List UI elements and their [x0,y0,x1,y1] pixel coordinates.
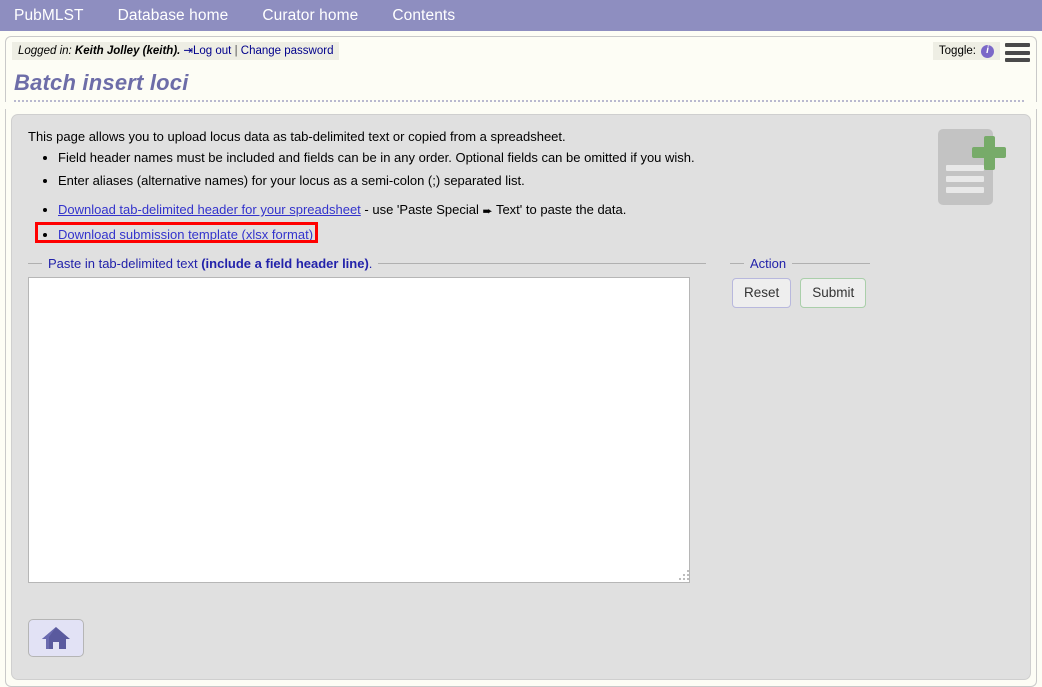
nav-item-curator-home[interactable]: Curator home [262,7,358,25]
paste-fieldset: Paste in tab-delimited text (include a f… [28,256,706,583]
logged-in-user: Keith Jolley (keith). [74,45,181,57]
download-submission-template-link[interactable]: Download submission template (xlsx forma… [58,227,313,242]
top-navbar: PubMLST Database home Curator home Conte… [0,0,1042,31]
header-strip: Logged in: Keith Jolley (keith). ⇥Log out… [5,36,1037,68]
paste-textarea[interactable] [28,277,690,583]
logout-icon: ⇥ [183,45,193,57]
action-legend: Action [750,256,787,271]
action-buttons: Reset Submit [730,278,870,308]
file-plus-icon [932,123,1010,211]
instructions-list: Field header names must be included and … [28,150,1014,243]
content-panel: This page allows you to upload locus dat… [11,114,1031,680]
list-item-download-template: Download submission template (xlsx forma… [35,222,1014,243]
hamburger-bar-2 [1005,50,1030,55]
paste-special-prefix: - use 'Paste Special [360,202,483,217]
paste-legend: Paste in tab-delimited text (include a f… [42,256,378,271]
reset-button[interactable]: Reset [732,278,792,308]
home-icon [42,627,70,649]
list-item: Field header names must be included and … [58,150,1014,165]
document-line-1 [946,165,984,171]
log-out-link[interactable]: Log out [193,45,231,57]
hamburger-menu-icon[interactable] [1005,43,1030,62]
form-row: Paste in tab-delimited text (include a f… [28,256,1014,583]
toggle-control[interactable]: Toggle: i [932,42,1000,60]
intro-text: This page allows you to upload locus dat… [28,129,566,144]
paste-legend-text: Paste in tab-delimited text [48,256,202,271]
hamburger-bar-1 [1005,43,1030,47]
link-separator: | [234,45,238,57]
logged-in-prefix: Logged in: [18,45,72,57]
arrow-right-circle-icon: ➨ [482,204,493,218]
document-line-3 [946,187,984,193]
list-item: Enter aliases (alternative names) for yo… [58,173,1014,188]
list-item-download-header: Download tab-delimited header for your s… [58,202,1014,219]
change-password-link[interactable]: Change password [241,45,334,57]
info-icon[interactable]: i [981,44,994,58]
nav-item-contents[interactable]: Contents [392,7,455,25]
submit-button[interactable]: Submit [800,278,867,308]
paste-legend-suffix: . [368,256,373,271]
toggle-label: Toggle: [938,45,976,57]
panel-outer: This page allows you to upload locus dat… [5,109,1037,687]
textarea-wrapper [28,277,692,583]
hamburger-bar-3 [1005,58,1030,62]
title-zone: Batch insert loci [5,68,1037,102]
plus-vertical [983,136,995,170]
page-title: Batch insert loci [14,70,189,95]
login-status: Logged in: Keith Jolley (keith). ⇥Log out… [12,42,340,60]
paste-legend-bold: (include a field header line) [201,256,369,271]
download-tab-delimited-header-link[interactable]: Download tab-delimited header for your s… [58,202,361,217]
document-line-2 [946,176,984,182]
nav-item-pubmlst[interactable]: PubMLST [14,7,84,25]
title-divider [14,100,1024,102]
home-button[interactable] [28,619,84,657]
paste-special-suffix: Text' to paste the data. [492,202,627,217]
nav-item-database-home[interactable]: Database home [118,7,229,25]
action-fieldset: Action Reset Submit [730,256,870,308]
